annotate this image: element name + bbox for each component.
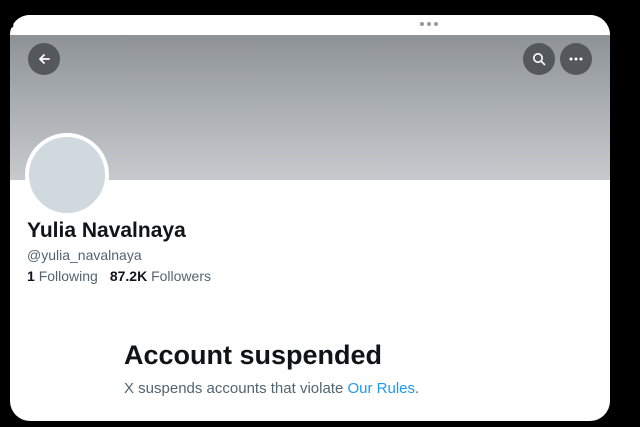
following-link[interactable]: 1 Following [27,268,98,284]
device-screen: Yulia Navalnaya @yulia_navalnaya 1 Follo… [10,15,610,421]
arrow-left-icon [39,54,50,64]
follow-stats: 1 Following 87.2K Followers [27,268,211,284]
following-count: 1 [27,268,35,284]
more-options-button[interactable] [560,43,592,75]
search-button[interactable] [523,43,555,75]
avatar[interactable] [25,133,109,217]
back-button[interactable] [28,43,60,75]
suspended-message-text: X suspends accounts that violate [124,380,344,397]
followers-label: Followers [151,268,211,284]
search-icon [533,53,546,66]
suspended-message-period: . [415,380,420,397]
multitask-handle[interactable] [420,22,438,26]
followers-link[interactable]: 87.2K Followers [110,268,211,284]
our-rules-link[interactable]: Our Rules [347,380,415,397]
status-corner-text: D [8,21,14,30]
followers-count: 87.2K [109,268,148,284]
user-handle: @yulia_navalnaya [27,247,142,263]
more-horizontal-icon [569,57,583,61]
suspended-title: Account suspended [124,340,383,370]
suspended-message: X suspends accounts that violate Our Rul… [124,380,419,397]
following-label: Following [38,268,98,284]
top-bar [10,15,610,35]
display-name: Yulia Navalnaya [27,219,186,242]
